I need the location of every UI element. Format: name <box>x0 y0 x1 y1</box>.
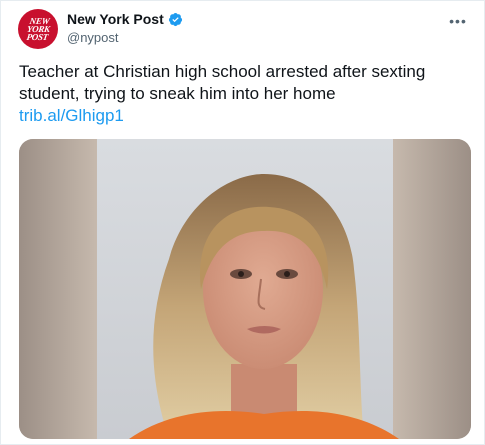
handle[interactable]: @nypost <box>67 30 183 45</box>
tweet-link[interactable]: trib.al/Glhigp1 <box>19 105 469 127</box>
avatar[interactable]: NEW YORK POST <box>18 9 58 49</box>
nypost-logo: NEW YORK POST <box>25 16 51 42</box>
tweet-media-photo[interactable] <box>19 139 471 439</box>
more-options-icon[interactable]: ••• <box>448 11 468 31</box>
tweet-header: New York Post @nypost <box>67 11 183 45</box>
tweet-body: Teacher at Christian high school arreste… <box>19 62 426 103</box>
tweet-card[interactable]: NEW YORK POST New York Post @nypost ••• … <box>0 0 485 445</box>
mugshot-photo <box>19 139 471 439</box>
verified-badge-icon <box>168 12 183 27</box>
display-name[interactable]: New York Post <box>67 11 164 27</box>
tweet-text: Teacher at Christian high school arreste… <box>19 61 469 127</box>
